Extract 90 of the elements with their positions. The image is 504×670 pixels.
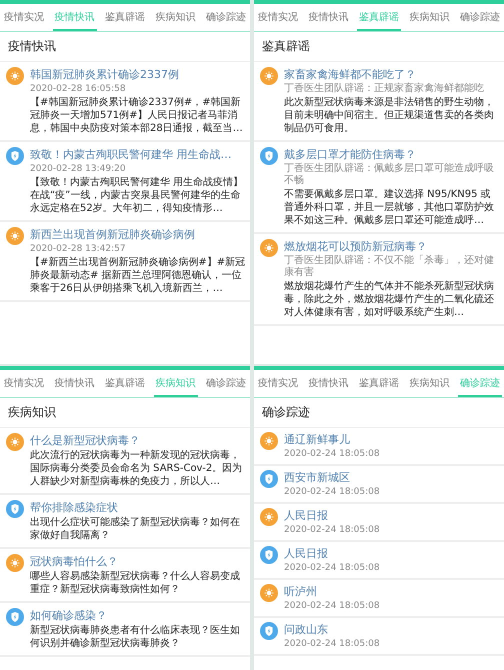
item-title: 人民日报 bbox=[284, 546, 329, 561]
sun-icon bbox=[260, 67, 278, 85]
section-heading: 确诊踪迹 bbox=[254, 398, 504, 428]
list-item[interactable]: 帮你排除感染症状 出现什么症状可能感染了新型冠状病毒？如何在家做好自我隔离？ bbox=[0, 495, 250, 549]
list-item[interactable]: 通辽新鲜事儿 2020-02-24 18:05:08 bbox=[254, 428, 504, 466]
sun-icon bbox=[260, 584, 278, 602]
item-meta: 2020-02-24 18:05:08 bbox=[284, 486, 381, 498]
item-title: 家畜家禽海鲜都不能吃了？ bbox=[284, 67, 417, 82]
list-item[interactable]: 人民日报 2020-02-24 18:05:08 bbox=[254, 504, 504, 542]
list-item[interactable]: 如何确诊感染？ 新型冠状病毒肺炎患者有什么临床表现？医生如何识别并确诊新型冠状病毒肺炎？ bbox=[0, 603, 250, 657]
sun-icon bbox=[260, 432, 278, 450]
list-item[interactable]: 戴多层口罩才能防住病毒？ 丁香医生团队辟谣：佩戴多层口罩可能造成呼吸不畅 不需要佩戴多层口罩。建议选择 N95/KN95 或普通外科口罩，并且一层就够，其他口罩防护效果不如这三种。佩戴多层口罩还可能造成呼… bbox=[254, 142, 504, 234]
shield-icon bbox=[6, 608, 24, 626]
tab[interactable]: 确诊踪迹 bbox=[204, 370, 248, 397]
tab[interactable]: 疫情实况 bbox=[256, 4, 300, 31]
tab[interactable]: 确诊踪迹 bbox=[458, 4, 502, 31]
item-title: 帮你排除感染症状 bbox=[30, 500, 119, 515]
item-title: 戴多层口罩才能防住病毒？ bbox=[284, 147, 417, 162]
item-summary: 【致敬！内蒙古殉职民警何建华 用生命战疫情】在战“疫”一线，内蒙古突泉县民警何建华的生命永远定格在52岁。大年初二，得知疫情形… bbox=[30, 176, 244, 215]
section-heading: 鉴真辟谣 bbox=[254, 32, 504, 62]
shield-icon bbox=[6, 147, 24, 165]
tab[interactable]: 鉴真辟谣 bbox=[103, 370, 147, 397]
item-summary: 哪些人容易感染新型冠状病毒？什么人容易变成重症？新型冠状病毒致病性如何？ bbox=[30, 570, 241, 596]
item-meta: 2020-02-24 18:05:08 bbox=[284, 562, 381, 574]
tab[interactable]: 鉴真辟谣 bbox=[357, 370, 401, 397]
sun-icon bbox=[6, 433, 24, 451]
item-title: 什么是新型冠状病毒？ bbox=[30, 433, 141, 448]
section-heading: 疫情快讯 bbox=[0, 32, 250, 62]
sun-icon bbox=[260, 239, 278, 257]
tab[interactable]: 疾病知识 bbox=[408, 370, 452, 397]
item-meta: 2020-02-28 13:42:57 bbox=[30, 243, 127, 255]
item-summary: 不需要佩戴多层口罩。建议选择 N95/KN95 或普通外科口罩，并且一层就够，其他口罩防护效果不如这三种。佩戴多层口罩还可能造成呼… bbox=[284, 188, 495, 227]
tab[interactable]: 疾病知识 bbox=[154, 4, 198, 31]
item-title: 冠状病毒怕什么？ bbox=[30, 554, 119, 569]
list-item[interactable]: 人民日报 2020-02-24 18:05:08 bbox=[254, 542, 504, 580]
tab[interactable]: 疫情实况 bbox=[2, 4, 46, 31]
list-item[interactable]: 什么是新型冠状病毒？ 此次流行的冠状病毒为一种新发现的冠状病毒，国际病毒分类委员会命名为 SARS-Cov-2。因为人群缺少对新型病毒株的免疫力，所以人… bbox=[0, 428, 250, 495]
sun-icon bbox=[260, 508, 278, 526]
item-title: 新西兰出现首例新冠肺炎确诊病例 bbox=[30, 227, 196, 242]
list-item[interactable]: 家畜家禽海鲜都不能吃了？ 丁香医生团队辟谣：正规家畜家禽海鲜都能吃 此次新型冠状病毒来源是非法销售的野生动物，目前未明确中间宿主。但正规渠道售卖的各类肉制品仍可食用。 bbox=[254, 62, 504, 142]
item-title: 燃放烟花可以预防新冠病毒？ bbox=[284, 239, 428, 254]
list-item[interactable]: 燃放烟花可以预防新冠病毒？ 丁香医生团队辟谣：不仅不能「杀毒」，还对健康有害 燃放烟花爆竹产生的气体并不能杀死新型冠状病毒，除此之外，燃放烟花爆竹产生的二氧化硫还对人体健康有害，如对呼吸系统产生刺… bbox=[254, 234, 504, 326]
item-summary: 【#韩国新冠肺炎累计确诊2337例#，#韩国新冠肺炎一天增加571例#】人民日报记者马菲消息，韩国中央防疫对策本部28日通报，截至当… bbox=[30, 96, 244, 135]
item-title: 如何确诊感染？ bbox=[30, 608, 108, 623]
list-item[interactable]: 韩国新冠肺炎累计确诊2337例 2020-02-28 16:05:58 【#韩国新冠肺炎累计确诊2337例#，#韩国新冠肺炎一天增加571例#】人民日报记者马菲消息，韩国中央防疫对策本部28日通报，截至当… bbox=[0, 62, 250, 142]
tab[interactable]: 疫情快讯 bbox=[306, 370, 350, 397]
tab[interactable]: 疫情实况 bbox=[256, 370, 300, 397]
item-meta: 2020-02-24 18:05:08 bbox=[284, 524, 381, 536]
tab[interactable]: 确诊踪迹 bbox=[204, 4, 248, 31]
item-title: 通辽新鲜事儿 bbox=[284, 432, 351, 447]
item-summary: 此次流行的冠状病毒为一种新发现的冠状病毒，国际病毒分类委员会命名为 SARS-Cov-2。因为人群缺少对新型病毒株的免疫力，所以人… bbox=[30, 449, 244, 488]
shield-icon bbox=[260, 546, 278, 564]
tab[interactable]: 疫情快讯 bbox=[306, 4, 350, 31]
item-title: 西安市新城区 bbox=[284, 470, 351, 485]
shield-icon bbox=[260, 470, 278, 488]
item-title: 问政山东 bbox=[284, 622, 329, 637]
item-meta: 2020-02-28 16:05:58 bbox=[30, 83, 127, 95]
list-item[interactable]: 听泸州 2020-02-24 18:05:08 bbox=[254, 580, 504, 618]
item-summary: 【#新西兰出现首例新冠肺炎确诊病例#】#新冠肺炎最新动态# 据新西兰总理阿德恩确认，一位乘客于26日从伊朗搭乘飞机入境新西兰，… bbox=[30, 256, 246, 295]
sun-icon bbox=[6, 67, 24, 85]
sun-icon bbox=[6, 227, 24, 245]
sun-icon bbox=[6, 554, 24, 572]
shield-icon bbox=[260, 622, 278, 640]
item-meta: 丁香医生团队辟谣：正规家畜家禽海鲜都能吃 bbox=[284, 83, 485, 95]
shield-icon bbox=[6, 500, 24, 518]
list-item[interactable]: 问政山东 2020-02-24 18:05:08 bbox=[254, 618, 504, 656]
item-title: 听泸州 bbox=[284, 584, 318, 599]
item-summary: 此次新型冠状病毒来源是非法销售的野生动物，目前未明确中间宿主。但正规渠道售卖的各类肉制品仍可食用。 bbox=[284, 96, 495, 135]
tab[interactable]: 疾病知识 bbox=[408, 4, 452, 31]
item-meta: 2020-02-24 18:05:08 bbox=[284, 448, 381, 460]
item-meta: 丁香医生团队辟谣：佩戴多层口罩可能造成呼吸不畅 bbox=[284, 163, 495, 187]
list-item[interactable]: 致敬！内蒙古殉职民警何建华 用生命战… 2020-02-28 13:49:20 【致敬！内蒙古殉职民警何建华 用生命战疫情】在战“疫”一线，内蒙古突泉县民警何建华的生命永远定格在52岁。大年初二，得知疫情形… bbox=[0, 142, 250, 222]
item-title: 致敬！内蒙古殉职民警何建华 用生命战… bbox=[30, 147, 232, 162]
item-meta: 丁香医生团队辟谣：不仅不能「杀毒」，还对健康有害 bbox=[284, 255, 495, 279]
tab[interactable]: 鉴真辟谣 bbox=[103, 4, 147, 31]
list-item[interactable]: 冠状病毒怕什么？ 哪些人容易感染新型冠状病毒？什么人容易变成重症？新型冠状病毒致病性如何？ bbox=[0, 549, 250, 603]
item-summary: 新型冠状病毒肺炎患者有什么临床表现？医生如何识别并确诊新型冠状病毒肺炎？ bbox=[30, 624, 241, 650]
section-heading: 疾病知识 bbox=[0, 398, 250, 428]
item-summary: 燃放烟花爆竹产生的气体并不能杀死新型冠状病毒，除此之外，燃放烟花爆竹产生的二氧化硫还对人体健康有害，如对呼吸系统产生刺… bbox=[284, 280, 495, 319]
item-title: 人民日报 bbox=[284, 508, 329, 523]
tab[interactable]: 疫情快讯 bbox=[52, 370, 96, 397]
item-meta: 2020-02-24 18:05:08 bbox=[284, 600, 381, 612]
item-meta: 2020-02-28 13:49:20 bbox=[30, 163, 127, 175]
item-meta: 2020-02-24 18:05:08 bbox=[284, 638, 381, 650]
shield-icon bbox=[260, 147, 278, 165]
item-summary: 出现什么症状可能感染了新型冠状病毒？如何在家做好自我隔离？ bbox=[30, 516, 241, 542]
list-item[interactable]: 西安市新城区 2020-02-24 18:05:08 bbox=[254, 466, 504, 504]
tab[interactable]: 疫情实况 bbox=[2, 370, 46, 397]
list-item[interactable]: 新西兰出现首例新冠肺炎确诊病例 2020-02-28 13:42:57 【#新西兰出现首例新冠肺炎确诊病例#】#新冠肺炎最新动态# 据新西兰总理阿德恩确认，一位乘客于26日从伊朗搭乘飞机入境新西兰，… bbox=[0, 222, 250, 302]
item-title: 韩国新冠肺炎累计确诊2337例 bbox=[30, 67, 180, 82]
